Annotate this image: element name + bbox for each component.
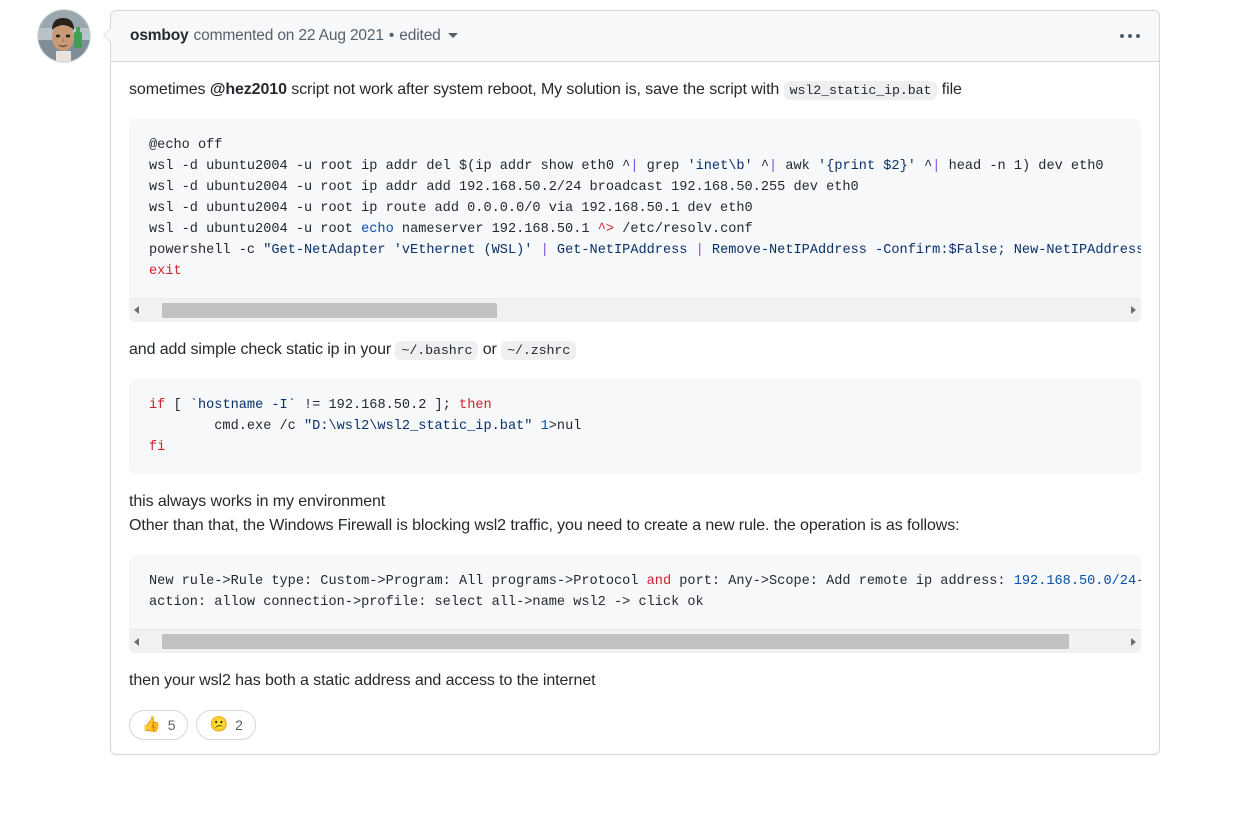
code-line: wsl -d ubuntu2004 -u root ip addr del $(…: [149, 158, 1104, 174]
comment-menu-button[interactable]: [1117, 28, 1143, 44]
scrollbar-thumb[interactable]: [161, 634, 1069, 650]
code-block-2-content: if [ `hostname -I` != 192.168.50.2 ]; th…: [149, 395, 1141, 458]
comment-date[interactable]: 22 Aug 2021: [298, 27, 384, 44]
user-mention-link[interactable]: @hez2010: [210, 81, 287, 98]
para1-suffix: file: [937, 81, 962, 98]
code-block-3: New rule->Rule type: Custom->Program: Al…: [129, 555, 1141, 654]
scroll-right-icon[interactable]: [1131, 306, 1136, 315]
kebab-dot: [1120, 34, 1124, 38]
code-line: action: allow connection->profile: selec…: [149, 595, 704, 611]
code-line: exit: [149, 263, 182, 279]
scrollbar-track[interactable]: [142, 630, 1128, 653]
paragraph-3: this always works in my environment: [129, 492, 386, 510]
code-line: if [ `hostname -I` != 192.168.50.2 ]; th…: [149, 397, 492, 413]
code-line: @echo off: [149, 137, 223, 153]
avatar-image[interactable]: [38, 10, 90, 62]
code-block-1-content: @echo off wsl -d ubuntu2004 -u root ip a…: [149, 135, 1141, 282]
code-line: wsl -d ubuntu2004 -u root echo nameserve…: [149, 221, 753, 237]
code-block-2-scrollarea: if [ `hostname -I` != 192.168.50.2 ]; th…: [129, 379, 1141, 474]
reaction-count: 2: [235, 716, 243, 733]
code-block-1-scrollarea: @echo off wsl -d ubuntu2004 -u root ip a…: [129, 119, 1141, 298]
comment-container: osmboy commented on 22 Aug 2021 • edited…: [103, 10, 1160, 755]
chevron-down-icon[interactable]: [447, 32, 458, 38]
scrollbar-thumb[interactable]: [161, 302, 497, 318]
code-line: wsl -d ubuntu2004 -u root ip addr add 19…: [149, 179, 859, 195]
comment-header: osmboy commented on 22 Aug 2021 • edited: [111, 11, 1159, 62]
reaction-thumbs-up[interactable]: 👍 5: [129, 709, 189, 740]
comment-timestamp: commented on 22 Aug 2021: [194, 27, 384, 45]
para2-prefix: and add simple check static ip in your: [129, 340, 396, 358]
code-line: wsl -d ubuntu2004 -u root ip route add 0…: [149, 200, 753, 216]
code-block-3-scrollarea: New rule->Rule type: Custom->Program: Al…: [129, 555, 1141, 629]
thumbs-up-icon: 👍: [142, 716, 161, 734]
inline-code-bashrc: ~/.bashrc: [395, 340, 479, 360]
code-line: cmd.exe /c "D:\wsl2\wsl2_static_ip.bat" …: [149, 418, 582, 434]
code-line: powershell -c "Get-NetAdapter 'vEthernet…: [149, 242, 1141, 258]
paragraph-1: sometimes @hez2010 script not work after…: [129, 78, 1141, 103]
scroll-left-icon[interactable]: [134, 306, 139, 315]
kebab-dot: [1136, 34, 1140, 38]
edited-label[interactable]: edited: [399, 27, 440, 45]
avatar[interactable]: [38, 10, 90, 62]
comment-author[interactable]: osmboy: [130, 27, 189, 45]
para1-prefix: sometimes: [129, 81, 210, 98]
inline-code-zshrc: ~/.zshrc: [501, 340, 577, 360]
code-line: New rule->Rule type: Custom->Program: Al…: [149, 574, 1141, 590]
paragraph-4: Other than that, the Windows Firewall is…: [129, 517, 960, 535]
reactions-bar: 👍 5 😕 2: [129, 709, 1141, 740]
scrollbar-track[interactable]: [142, 299, 1128, 322]
paragraph-2: and add simple check static ip in your ~…: [129, 338, 1141, 363]
reaction-count: 5: [167, 716, 176, 733]
code-block-3-horizontal-scrollbar[interactable]: [129, 629, 1141, 654]
scroll-left-icon[interactable]: [134, 637, 139, 646]
code-block-1-horizontal-scrollbar[interactable]: [129, 297, 1141, 322]
confused-face-icon: 😕: [209, 716, 229, 734]
para2-middle: or: [478, 340, 502, 358]
code-block-3-content: New rule->Rule type: Custom->Program: Al…: [149, 571, 1141, 613]
scroll-right-icon[interactable]: [1131, 637, 1136, 646]
github-comment-page: osmboy commented on 22 Aug 2021 • edited…: [0, 0, 1240, 825]
reaction-confused[interactable]: 😕 2: [196, 709, 256, 740]
para1-middle: script not work after system reboot, My …: [286, 81, 784, 98]
kebab-dot: [1128, 34, 1132, 38]
comment-body: sometimes @hez2010 script not work after…: [111, 62, 1159, 754]
code-block-2: if [ `hostname -I` != 192.168.50.2 ]; th…: [129, 378, 1141, 474]
code-line: fi: [149, 439, 166, 455]
inline-code-bat-file: wsl2_static_ip.bat: [783, 81, 938, 100]
comment-action: commented on: [193, 27, 295, 44]
code-block-1: @echo off wsl -d ubuntu2004 -u root ip a…: [129, 118, 1141, 322]
paragraph-5: then your wsl2 has both a static address…: [129, 672, 596, 690]
meta-separator: •: [388, 27, 395, 44]
